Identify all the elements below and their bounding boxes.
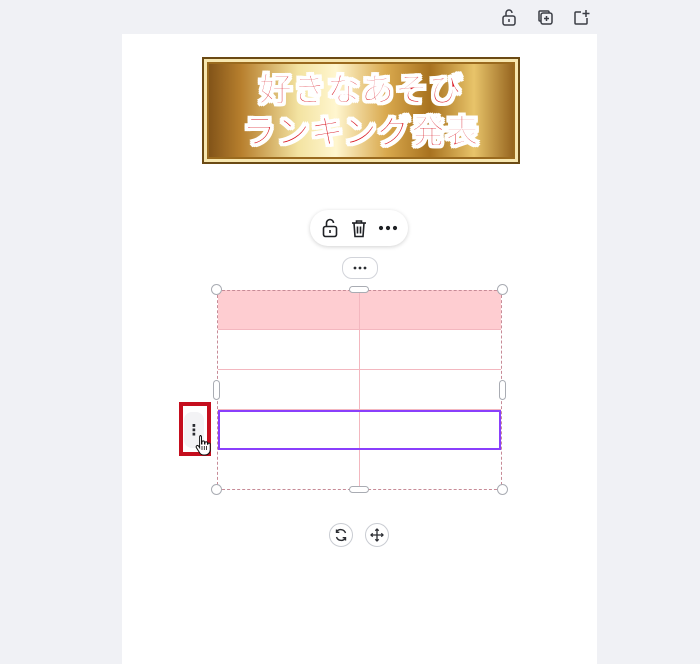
hand-pointer-icon xyxy=(195,435,211,456)
banner-line-2: ランキング発表 xyxy=(242,111,480,151)
resize-handle-top-left[interactable] xyxy=(211,284,222,295)
rotate-icon xyxy=(335,528,347,542)
title-banner[interactable]: 好きなあそび ランキング発表 xyxy=(202,57,520,164)
add-page-button[interactable] xyxy=(568,6,594,28)
resize-handle-right[interactable] xyxy=(499,380,506,400)
element-toolbar xyxy=(310,210,408,246)
resize-handle-bottom-left[interactable] xyxy=(211,484,222,495)
lock-button[interactable] xyxy=(496,6,522,28)
top-actions xyxy=(496,6,594,28)
lock-element-button[interactable] xyxy=(318,216,342,240)
selection-outline xyxy=(217,290,502,490)
resize-handle-top[interactable] xyxy=(349,286,369,293)
rotate-button[interactable] xyxy=(329,523,353,547)
more-icon xyxy=(353,266,367,270)
move-button[interactable] xyxy=(365,523,389,547)
share-add-icon xyxy=(573,9,589,25)
table-more-pill[interactable] xyxy=(342,257,378,279)
resize-handle-bottom[interactable] xyxy=(349,486,369,493)
duplicate-icon xyxy=(537,9,553,25)
delete-button[interactable] xyxy=(347,216,371,240)
lock-open-icon xyxy=(323,218,338,238)
more-options-button[interactable] xyxy=(376,216,400,240)
move-icon xyxy=(370,528,384,542)
lock-open-icon xyxy=(502,9,516,26)
resize-handle-top-right[interactable] xyxy=(497,284,508,295)
trash-icon xyxy=(351,219,366,237)
resize-handle-bottom-right[interactable] xyxy=(497,484,508,495)
more-icon xyxy=(378,225,397,231)
resize-handle-left[interactable] xyxy=(213,380,220,400)
duplicate-button[interactable] xyxy=(532,6,558,28)
banner-line-1: 好きなあそび xyxy=(259,69,463,109)
